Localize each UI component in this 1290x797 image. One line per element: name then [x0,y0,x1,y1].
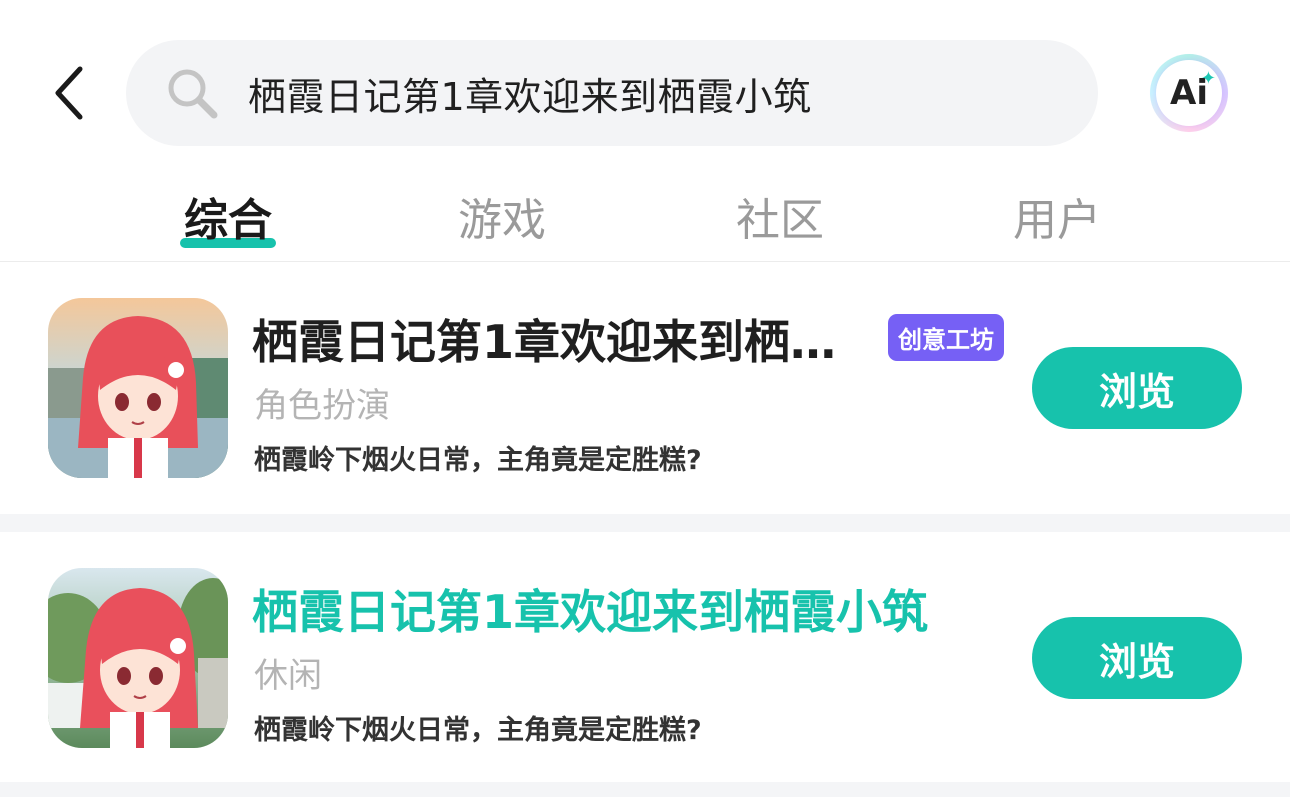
tab-users[interactable]: 用户 [1013,184,1101,248]
back-button[interactable] [40,58,100,128]
tab-comprehensive[interactable]: 综合 [180,184,276,248]
search-icon [162,63,222,123]
result-card[interactable]: 栖霞日记第1章欢迎来到栖… 创意工坊 角色扮演 栖霞岭下烟火日常，主角竟是定胜糕… [0,262,1290,514]
browse-button[interactable]: 浏览 [1032,347,1242,429]
card-separator [0,514,1290,532]
creative-workshop-badge: 创意工坊 [888,314,1004,361]
ai-assistant-button[interactable]: Ai ✦ [1150,54,1228,132]
result-genre: 休闲 [254,656,322,696]
sparkle-icon: ✦ [1200,68,1216,89]
result-genre: 角色扮演 [254,386,390,426]
tab-games[interactable]: 游戏 [458,184,546,248]
tab-label: 用户 [1013,195,1101,246]
search-bar[interactable]: 栖霞日记第1章欢迎来到栖霞小筑 [126,40,1098,146]
tab-label: 游戏 [458,195,546,246]
result-title[interactable]: 栖霞日记第1章欢迎来到栖霞小筑 [252,576,928,642]
back-chevron-icon [55,66,83,120]
result-description: 栖霞岭下烟火日常，主角竟是定胜糕? [254,445,702,476]
tab-label: 综合 [184,195,272,246]
tab-label: 社区 [736,195,824,246]
browse-button[interactable]: 浏览 [1032,617,1242,699]
game-thumbnail[interactable] [48,568,228,748]
result-card[interactable]: 栖霞日记第1章欢迎来到栖霞小筑 休闲 栖霞岭下烟火日常，主角竟是定胜糕? 浏览 [0,532,1290,782]
ai-icon: Ai ✦ [1156,60,1222,126]
card-separator [0,782,1290,797]
result-description: 栖霞岭下烟火日常，主角竟是定胜糕? [254,715,702,746]
game-thumbnail[interactable] [48,298,228,478]
search-query-text[interactable]: 栖霞日记第1章欢迎来到栖霞小筑 [248,66,812,121]
tab-community[interactable]: 社区 [736,184,824,248]
result-title[interactable]: 栖霞日记第1章欢迎来到栖… [252,306,836,372]
